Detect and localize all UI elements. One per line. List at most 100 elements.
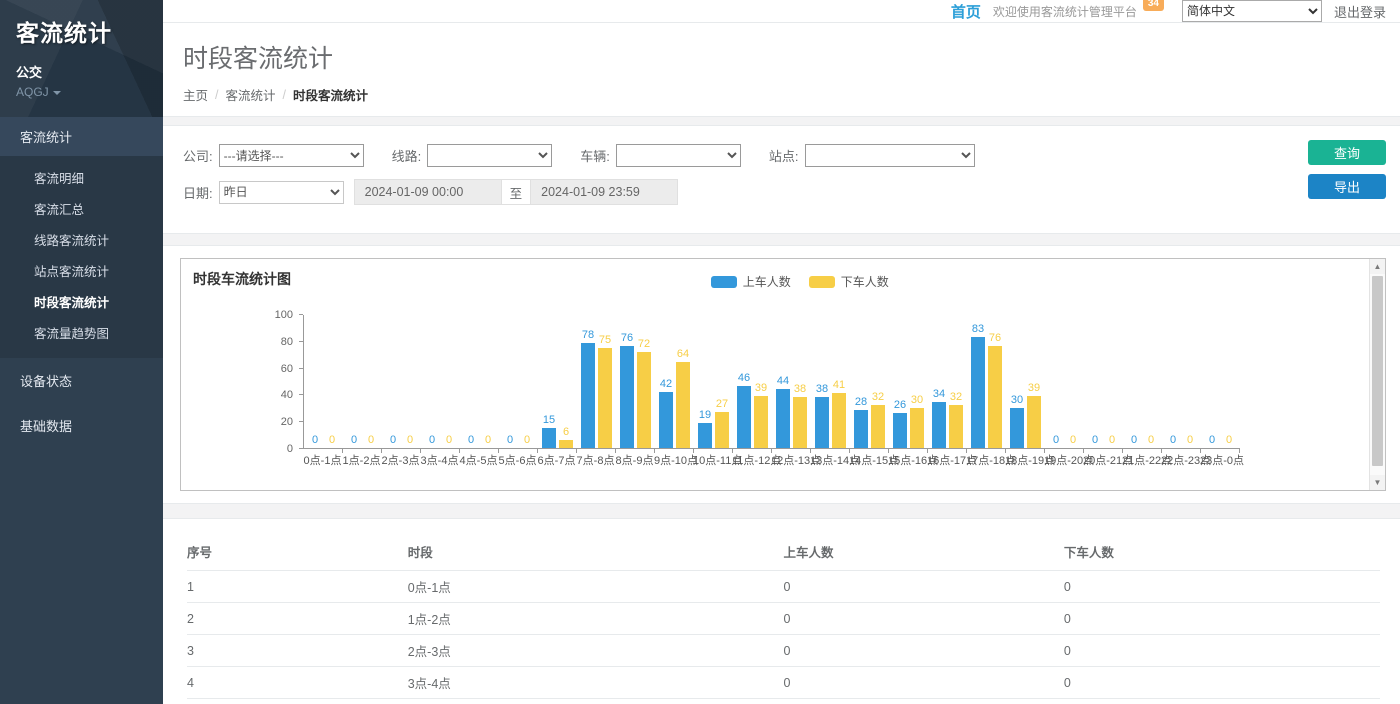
chart-bar-column[interactable]: 19 [698, 409, 712, 448]
company-select[interactable]: ---请选择--- [219, 144, 364, 167]
export-button[interactable]: 导出 [1308, 174, 1386, 199]
bar [988, 346, 1002, 448]
chart-bar-column[interactable]: 41 [832, 379, 846, 448]
chart-bar-column[interactable]: 76 [620, 332, 634, 448]
bar-value-label: 44 [777, 375, 789, 388]
chart-bar-column[interactable]: 39 [754, 382, 768, 448]
chart-bar-column[interactable]: 0 [425, 434, 439, 448]
scroll-down-icon[interactable]: ▼ [1370, 475, 1385, 490]
chart-bar-column[interactable]: 0 [1166, 434, 1180, 448]
table-row[interactable]: 10点-1点00 [187, 571, 1380, 603]
chart-bar-column[interactable]: 0 [364, 434, 378, 448]
date-preset-select[interactable]: 昨日 [219, 181, 344, 204]
chart-bar-column[interactable]: 72 [637, 338, 651, 448]
language-select[interactable]: 简体中文 [1182, 0, 1322, 22]
sidebar-subitem[interactable]: 站点客流统计 [0, 255, 163, 286]
scrollbar-thumb[interactable] [1372, 276, 1383, 466]
chart-bar-column[interactable]: 38 [815, 383, 829, 448]
table-cell: 0 [783, 699, 1063, 704]
bar-value-label: 0 [1187, 434, 1193, 447]
chart-bar-column[interactable]: 44 [776, 375, 790, 448]
x-tick-label: 7点-8点 [576, 452, 615, 468]
chart-bar-column[interactable]: 30 [1010, 394, 1024, 448]
chart-bar-column[interactable]: 0 [1205, 434, 1219, 448]
scroll-up-icon[interactable]: ▲ [1370, 259, 1385, 274]
chart-bar-column[interactable]: 0 [325, 434, 339, 448]
sidebar-subitem[interactable]: 客流量趋势图 [0, 317, 163, 348]
chart-bar-column[interactable]: 30 [910, 394, 924, 448]
chart-bar-column[interactable]: 0 [403, 434, 417, 448]
chart-bar-column[interactable]: 0 [347, 434, 361, 448]
table-row[interactable]: 54点-5点00 [187, 699, 1380, 704]
sidebar-item-base-data[interactable]: 基础数据 [0, 403, 163, 448]
chart-bar-column[interactable]: 0 [1049, 434, 1063, 448]
legend-item[interactable]: 下车人数 [809, 273, 889, 290]
logout-link[interactable]: 退出登录 [1334, 2, 1386, 21]
chart-bar-column[interactable]: 28 [854, 396, 868, 448]
chart-bar-column[interactable]: 0 [1127, 434, 1141, 448]
chart-bar-column[interactable]: 26 [893, 399, 907, 448]
notification-badge[interactable]: 34 [1143, 0, 1164, 11]
x-tick-label: 18点-19点 [1005, 452, 1044, 468]
chart-bar-column[interactable]: 0 [1088, 434, 1102, 448]
chart-bar-column[interactable]: 46 [737, 372, 751, 448]
table-row[interactable]: 32点-3点00 [187, 635, 1380, 667]
chart-bar-column[interactable]: 27 [715, 398, 729, 448]
bar-value-label: 6 [563, 426, 569, 439]
chart-bar-column[interactable]: 76 [988, 332, 1002, 448]
sidebar-subitem[interactable]: 客流汇总 [0, 193, 163, 224]
line-select[interactable] [427, 144, 552, 167]
breadcrumb-home[interactable]: 主页 [183, 85, 208, 104]
chart-bar-column[interactable]: 32 [949, 391, 963, 448]
breadcrumb-current: 时段客流统计 [293, 85, 368, 104]
chart-bar-column[interactable]: 32 [871, 391, 885, 448]
chart-bar-column[interactable]: 0 [1105, 434, 1119, 448]
chart-bar-column[interactable]: 0 [442, 434, 456, 448]
chart-scrollbar[interactable]: ▲ ▼ [1369, 259, 1385, 490]
sidebar-item-passenger-stats[interactable]: 客流统计 [0, 117, 163, 156]
chart-bar-column[interactable]: 15 [542, 414, 556, 448]
company-label: 公司: [183, 146, 213, 165]
chart-bar-column[interactable]: 6 [559, 426, 573, 448]
date-end-input[interactable] [530, 179, 678, 205]
bar [932, 402, 946, 448]
chart-bar-group: 3039 [1006, 315, 1045, 448]
chart-bar-column[interactable]: 0 [1066, 434, 1080, 448]
station-select[interactable] [805, 144, 975, 167]
chart-bar-column[interactable]: 0 [503, 434, 517, 448]
chart-bar-column[interactable]: 83 [971, 323, 985, 448]
sidebar-item-device-status[interactable]: 设备状态 [0, 358, 163, 403]
sidebar-subitem[interactable]: 客流明细 [0, 162, 163, 193]
chart-bar-column[interactable]: 34 [932, 388, 946, 448]
chart-bar-column[interactable]: 0 [1144, 434, 1158, 448]
breadcrumb-passenger-stats[interactable]: 客流统计 [226, 85, 276, 104]
chart-bar-column[interactable]: 0 [1183, 434, 1197, 448]
chart-bar-column[interactable]: 0 [1222, 434, 1236, 448]
bar [893, 413, 907, 448]
chart-bar-column[interactable]: 64 [676, 348, 690, 448]
query-button[interactable]: 查询 [1308, 140, 1386, 165]
table-row[interactable]: 43点-4点00 [187, 667, 1380, 699]
vehicle-select[interactable] [616, 144, 741, 167]
table-cell: 5 [187, 699, 408, 704]
chart-bar-column[interactable]: 78 [581, 329, 595, 448]
chart-bar-column[interactable]: 0 [308, 434, 322, 448]
chart-bar-column[interactable]: 38 [793, 383, 807, 448]
user-dropdown[interactable]: AQGJ [16, 85, 147, 99]
chart-bar-column[interactable]: 0 [386, 434, 400, 448]
table-row[interactable]: 21点-2点00 [187, 603, 1380, 635]
sidebar-subitem[interactable]: 时段客流统计 [0, 286, 163, 317]
sidebar-subitem[interactable]: 线路客流统计 [0, 224, 163, 255]
chart-bar-column[interactable]: 42 [659, 378, 673, 448]
home-link[interactable]: 首页 [951, 1, 981, 22]
bar [1010, 408, 1024, 448]
chart-bar-group: 15 6 [538, 315, 577, 448]
chart-bar-column[interactable]: 0 [464, 434, 478, 448]
legend-item[interactable]: 上车人数 [711, 273, 791, 290]
chart-bar-column[interactable]: 75 [598, 334, 612, 449]
date-start-input[interactable] [354, 179, 502, 205]
chart-bar-column[interactable]: 39 [1027, 382, 1041, 448]
chart-bar-column[interactable]: 0 [520, 434, 534, 448]
chart-bar-column[interactable]: 0 [481, 434, 495, 448]
sidebar: 客流统计 公交 AQGJ 客流统计 客流明细客流汇总线路客流统计站点客流统计时段… [0, 0, 163, 704]
